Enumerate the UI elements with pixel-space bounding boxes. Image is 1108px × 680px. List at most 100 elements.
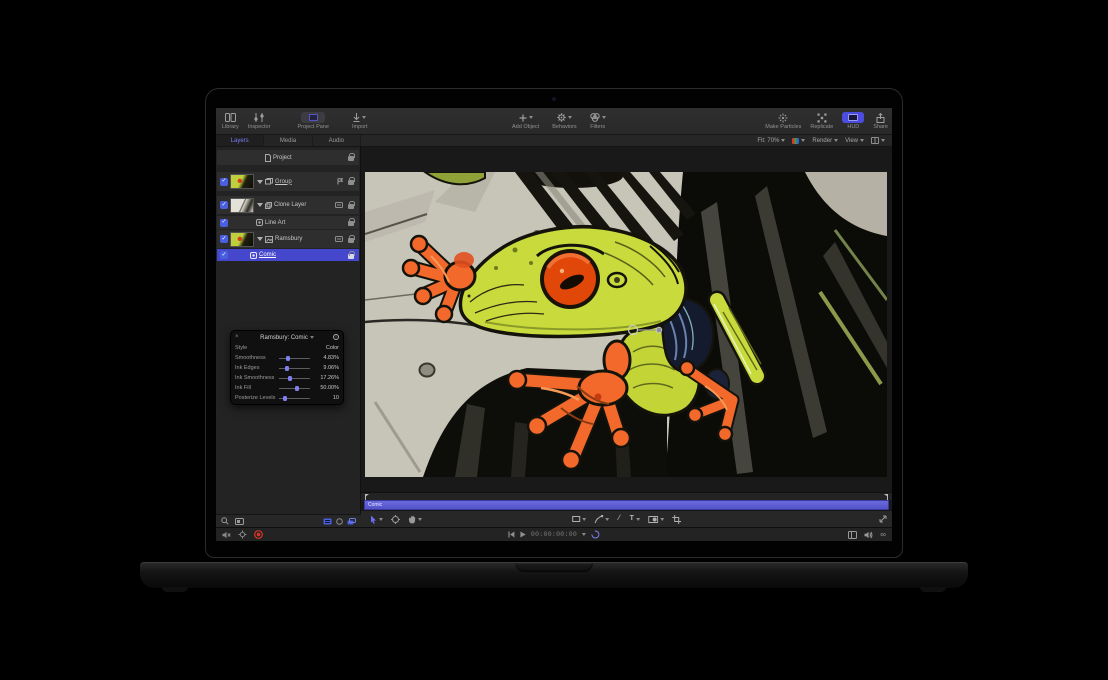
search-icon[interactable] <box>221 517 229 525</box>
bezier-tool[interactable] <box>594 515 609 524</box>
tab-layers[interactable]: Layers <box>216 135 264 146</box>
layer-row-line-art[interactable]: Line Art <box>217 216 359 229</box>
mask-tool[interactable] <box>648 516 664 523</box>
text-tool[interactable]: T <box>630 515 641 523</box>
layers-stack-icon[interactable] <box>347 518 356 525</box>
zoom-fit-menu[interactable]: Fit: 70% <box>757 138 785 144</box>
inspector-button[interactable]: Inspector <box>248 108 271 130</box>
slider-thumb[interactable] <box>295 386 299 391</box>
ink-edges-slider[interactable] <box>279 368 310 369</box>
preview-toggle-icon[interactable] <box>235 518 244 525</box>
layer-row-project[interactable]: Project <box>217 150 359 165</box>
pan-tool[interactable] <box>408 515 422 524</box>
motion-app-window: Library Inspector Project Pane Import <box>216 108 892 541</box>
hud-param-value: 10 <box>314 395 339 401</box>
go-to-start-icon[interactable] <box>508 531 515 538</box>
share-label: Share <box>873 124 888 130</box>
hud-param-label: Smoothness <box>235 355 275 361</box>
lock-icon[interactable] <box>348 221 354 226</box>
view-menu[interactable]: View <box>845 138 864 144</box>
hud-button[interactable]: HUD <box>842 108 864 130</box>
style-popup[interactable]: Color <box>314 345 339 351</box>
line-art-checkbox[interactable] <box>220 219 228 227</box>
zoom-fit-value: Fit: 70% <box>757 138 779 144</box>
tab-media[interactable]: Media <box>264 135 312 146</box>
lock-icon[interactable] <box>348 156 354 161</box>
posterize-levels-slider[interactable] <box>279 398 310 399</box>
select-transform-tool[interactable] <box>370 515 383 524</box>
slider-thumb[interactable] <box>288 376 292 381</box>
layout-caret-icon <box>881 139 885 142</box>
play-range-start-marker[interactable] <box>365 494 366 500</box>
group-checkbox[interactable] <box>220 178 228 186</box>
disclosure-icon[interactable] <box>257 203 263 207</box>
clone-checkbox[interactable] <box>220 201 228 209</box>
import-button[interactable]: Import <box>352 108 368 130</box>
anchor-tool-icon[interactable] <box>391 515 400 524</box>
slider-thumb[interactable] <box>286 356 290 361</box>
make-particles-button[interactable]: Make Particles <box>765 108 801 130</box>
layers-panel-footer <box>216 514 361 527</box>
replicate-button[interactable]: Replicate <box>810 108 833 130</box>
timeline-clip-comic[interactable]: Comic <box>364 500 889 510</box>
lock-icon[interactable] <box>348 204 354 209</box>
slider-thumb[interactable] <box>283 396 287 401</box>
ink-smoothness-slider[interactable] <box>279 378 310 379</box>
hud-info-icon[interactable]: i <box>333 334 339 340</box>
timeline-ruler[interactable] <box>361 492 892 500</box>
play-range-end-marker[interactable] <box>887 494 888 500</box>
view-label: View <box>845 138 858 144</box>
motion-path-icon[interactable] <box>238 530 247 539</box>
loop-playback-icon[interactable] <box>591 530 600 539</box>
mute-icon[interactable] <box>222 531 231 539</box>
list-view-icon[interactable] <box>323 518 332 525</box>
blend-badge-icon[interactable] <box>335 202 343 208</box>
line-tool[interactable]: / <box>617 515 622 523</box>
ramsbury-checkbox[interactable] <box>220 235 228 243</box>
record-icon[interactable] <box>254 530 263 539</box>
webcam-dot <box>552 97 556 101</box>
comic-checkbox[interactable] <box>220 251 228 259</box>
timing-pane-icon[interactable] <box>848 531 857 539</box>
opacity-view-icon[interactable] <box>336 518 343 525</box>
disclosure-icon[interactable] <box>257 237 263 241</box>
lock-icon[interactable] <box>348 238 354 243</box>
lock-icon[interactable] <box>348 254 354 259</box>
audio-icon[interactable] <box>864 531 873 539</box>
laptop-foot-right <box>920 587 946 592</box>
group-folder-icon <box>265 178 273 185</box>
ink-fill-slider[interactable] <box>279 388 310 389</box>
play-icon[interactable] <box>520 531 526 538</box>
layer-row-ramsbury[interactable]: Ramsbury <box>217 230 359 248</box>
hud-title-caret-icon[interactable] <box>310 336 314 339</box>
hud-row-style: Style Color <box>235 343 339 353</box>
crop-tool-icon[interactable] <box>672 515 681 524</box>
layer-row-comic-selected[interactable]: Comic <box>217 249 359 261</box>
add-object-button[interactable]: Add Object <box>512 108 539 130</box>
flag-icon[interactable] <box>337 178 343 185</box>
project-pane-button[interactable]: Project Pane <box>297 108 329 130</box>
layer-row-clone-layer[interactable]: Clone Layer <box>217 196 359 214</box>
canvas-viewport[interactable] <box>361 147 892 492</box>
channels-menu[interactable] <box>792 138 805 144</box>
layout-menu[interactable] <box>871 137 885 144</box>
render-menu[interactable]: Render <box>812 138 838 144</box>
timecode-display[interactable]: 00:00:00:00 <box>531 531 577 538</box>
shape-tool[interactable] <box>572 516 586 522</box>
slider-thumb[interactable] <box>285 366 289 371</box>
share-button[interactable]: Share <box>873 108 888 130</box>
loop-range-icon[interactable]: ∞ <box>880 531 886 539</box>
lock-icon[interactable] <box>348 180 354 185</box>
disclosure-icon[interactable] <box>257 180 263 184</box>
timecode-caret-icon[interactable] <box>582 533 586 536</box>
behaviors-button[interactable]: Behaviors <box>552 108 576 130</box>
hud-close-icon[interactable]: × <box>235 334 239 340</box>
expand-timeline-icon[interactable] <box>879 515 887 523</box>
layer-row-group[interactable]: Group <box>217 172 359 191</box>
library-button[interactable]: Library <box>222 108 239 130</box>
smoothness-slider[interactable] <box>279 358 310 359</box>
filters-button[interactable]: Filters <box>590 108 606 130</box>
tab-audio[interactable]: Audio <box>313 135 361 146</box>
blend-badge-icon[interactable] <box>335 236 343 242</box>
filter-badge-icon <box>256 219 263 226</box>
